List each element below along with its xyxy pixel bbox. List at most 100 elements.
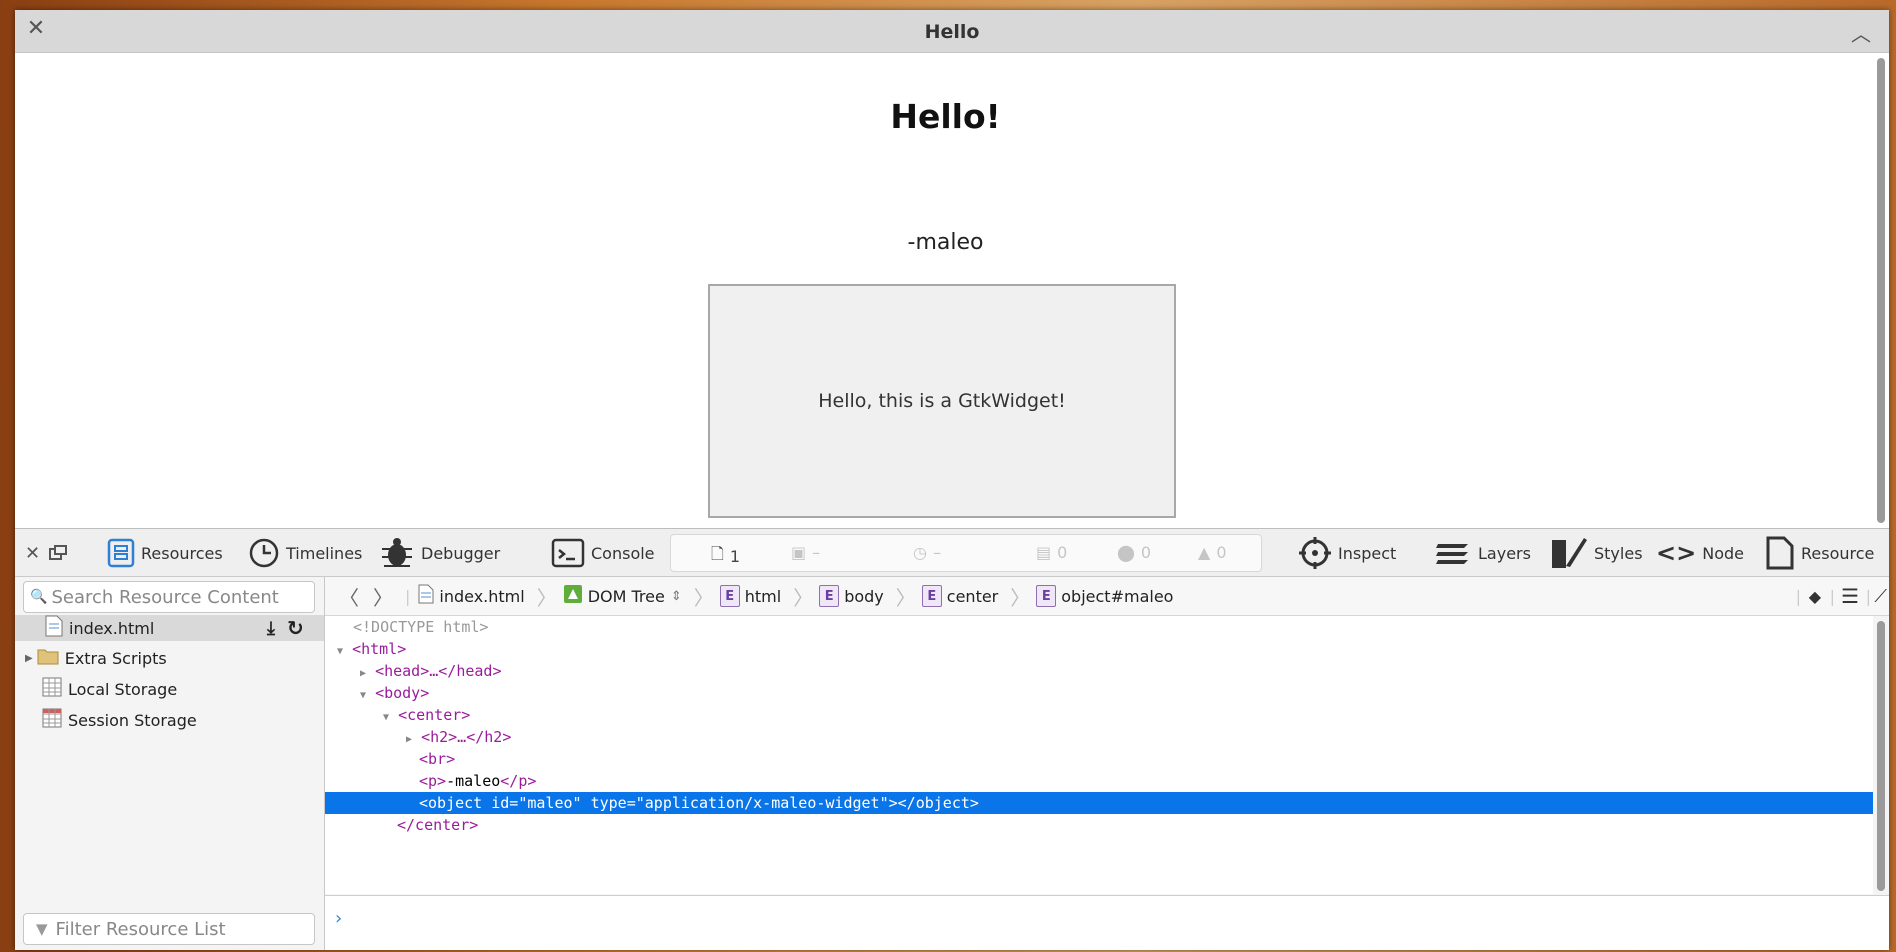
document-icon (418, 584, 434, 608)
collapse-arrow-icon[interactable]: ▶ (406, 734, 412, 745)
crosshair-icon (1298, 536, 1332, 570)
filter-placeholder: Filter Resource List (55, 918, 226, 940)
title-bar: ✕ Hello ︿ (15, 10, 1889, 53)
filter-resource-input[interactable]: ▼ Filter Resource List (23, 913, 315, 945)
expand-arrow-icon[interactable]: ▼ (383, 712, 389, 723)
signature-text: -maleo (907, 230, 984, 255)
log-icon: ▤ (1036, 543, 1052, 562)
tab-debugger[interactable]: Debugger (379, 538, 501, 567)
tab-inspect[interactable]: Inspect (1298, 536, 1397, 570)
element-icon: E (819, 585, 840, 607)
dom-line-html[interactable]: ▼ <html> (325, 638, 1873, 660)
tab-resources-label: Resources (141, 543, 223, 563)
forward-icon[interactable]: 〉 (373, 582, 393, 611)
tab-styles[interactable]: Styles (1550, 536, 1643, 570)
search-resource-input[interactable]: 🔍 Search Resource Content (23, 581, 315, 613)
search-icon: 🔍 (30, 589, 48, 605)
tab-console[interactable]: Console (551, 538, 655, 568)
resources-icon (107, 538, 135, 568)
details-lines-icon[interactable]: ☰ (1841, 584, 1859, 608)
document-icon (45, 615, 63, 641)
collapse-arrow-icon[interactable]: ▶ (360, 668, 366, 679)
dashboard-size[interactable]: ▣ – (791, 543, 820, 562)
dashboard-warnings[interactable]: ▲ 0 (1198, 543, 1227, 562)
tab-resource-label: Resource (1801, 543, 1875, 563)
reload-icon[interactable]: ↻ (287, 616, 304, 640)
widget-text: Hello, this is a GtkWidget! (818, 390, 1066, 412)
breadcrumb-dom-tree[interactable]: DOM Tree ⇕ (563, 584, 682, 608)
expand-arrow-icon[interactable]: ▶ (25, 653, 33, 664)
expand-arrow-icon[interactable]: ▼ (337, 646, 343, 657)
element-icon: E (719, 585, 740, 607)
resources-sidebar: 🔍 Search Resource Content index.html ⤓ ↻… (15, 577, 325, 950)
dom-tree-scrollbar[interactable] (1877, 621, 1885, 891)
dom-line-object-selected[interactable]: <object id="maleo" type="application/x-m… (325, 792, 1873, 814)
tab-layers[interactable]: Layers (1434, 539, 1531, 567)
sidebar-item-local-storage[interactable]: Local Storage (42, 676, 177, 702)
prompt-chevron-icon: › (335, 908, 343, 929)
expand-arrow-icon[interactable]: ▼ (360, 690, 366, 701)
brush-icon[interactable]: ⟋ (1874, 586, 1887, 607)
error-icon: ⬤ (1117, 543, 1135, 562)
breadcrumb-file[interactable]: index.html (418, 584, 525, 608)
folder-icon (37, 647, 59, 669)
tab-resource[interactable]: Resource (1765, 536, 1875, 570)
sidebar-item-extra-scripts[interactable]: ▶ Extra Scripts (25, 645, 167, 671)
maximize-icon[interactable]: ︿ (1851, 18, 1871, 47)
dom-line-center-close[interactable]: </center> (325, 814, 1873, 836)
storage-grid-icon (42, 708, 62, 732)
tab-timelines[interactable]: Timelines (248, 537, 362, 569)
brush-icon (1550, 536, 1588, 570)
dashboard-resources[interactable]: 🗋 1 (711, 543, 740, 570)
undock-icon[interactable] (49, 539, 67, 567)
tab-layers-label: Layers (1478, 543, 1531, 563)
dashboard-errors[interactable]: ⬤ 0 (1117, 543, 1151, 562)
gtk-widget-box[interactable]: Hello, this is a GtkWidget! (708, 284, 1176, 518)
file-icon (1765, 536, 1795, 570)
dom-line-center[interactable]: ▼ <center> (325, 704, 1873, 726)
web-inspector: ✕ Resources Timelines Debugger Console 🗋… (15, 528, 1889, 950)
warning-icon: ▲ (1198, 543, 1211, 562)
chevron-updown-icon[interactable]: ⇕ (671, 589, 682, 604)
tree-icon (563, 584, 583, 608)
dom-line-body[interactable]: ▼ <body> (325, 682, 1873, 704)
dom-line-head[interactable]: ▶ <head>…</head> (325, 660, 1873, 682)
dashboard[interactable]: 🗋 1 ▣ – ◷ – ▤ 0 ⬤ 0 ▲ 0 (670, 534, 1262, 572)
dom-line-doctype[interactable]: <!DOCTYPE html> (325, 616, 1873, 638)
inspector-toolbar: ✕ Resources Timelines Debugger Console 🗋… (15, 529, 1889, 577)
filter-icon: ▼ (36, 920, 48, 938)
document-icon: 🗋 (711, 544, 724, 563)
tab-node-label: Node (1702, 543, 1744, 563)
tab-resources[interactable]: Resources (107, 538, 223, 568)
dom-line-br[interactable]: <br> (325, 748, 1873, 770)
console-prompt[interactable]: › (325, 895, 1889, 950)
tab-console-label: Console (591, 543, 655, 563)
close-inspector-icon[interactable]: ✕ (25, 539, 40, 567)
save-download-icon[interactable]: ⤓ (267, 618, 275, 639)
console-icon (551, 538, 585, 568)
clock-icon (248, 537, 280, 569)
web-content: Hello! -maleo Hello, this is a GtkWidget… (15, 53, 1876, 528)
sidebar-item-index-html[interactable]: index.html ⤓ ↻ (15, 615, 324, 641)
dom-line-p[interactable]: <p>-maleo</p> (325, 770, 1873, 792)
dashboard-logs[interactable]: ▤ 0 (1036, 543, 1067, 562)
breadcrumb-object[interactable]: Eobject#maleo (1036, 585, 1173, 607)
page-scrollbar[interactable] (1877, 58, 1885, 523)
eye-icon[interactable]: ◆ (1809, 587, 1821, 606)
page-heading: Hello! (890, 97, 1001, 136)
app-window: ✕ Hello ︿ Hello! -maleo Hello, this is a… (15, 10, 1889, 950)
tab-debugger-label: Debugger (421, 543, 501, 563)
dom-line-h2[interactable]: ▶ <h2>…</h2> (325, 726, 1873, 748)
breadcrumb-center[interactable]: Ecenter (921, 585, 998, 607)
breadcrumb-html[interactable]: Ehtml (719, 585, 781, 607)
tab-node[interactable]: <> Node (1656, 539, 1744, 567)
dom-tree: <!DOCTYPE html> ▼ <html> ▶ <head>…</head… (325, 616, 1873, 894)
breadcrumb-body[interactable]: Ebody (819, 585, 884, 607)
sidebar-item-session-storage[interactable]: Session Storage (42, 707, 197, 733)
tab-inspect-label: Inspect (1338, 543, 1397, 563)
dashboard-time[interactable]: ◷ – (913, 543, 941, 562)
tab-styles-label: Styles (1594, 543, 1643, 563)
weight-icon: ▣ (791, 543, 807, 562)
back-icon[interactable]: 〈 (339, 582, 359, 611)
code-icon: <> (1656, 539, 1697, 567)
